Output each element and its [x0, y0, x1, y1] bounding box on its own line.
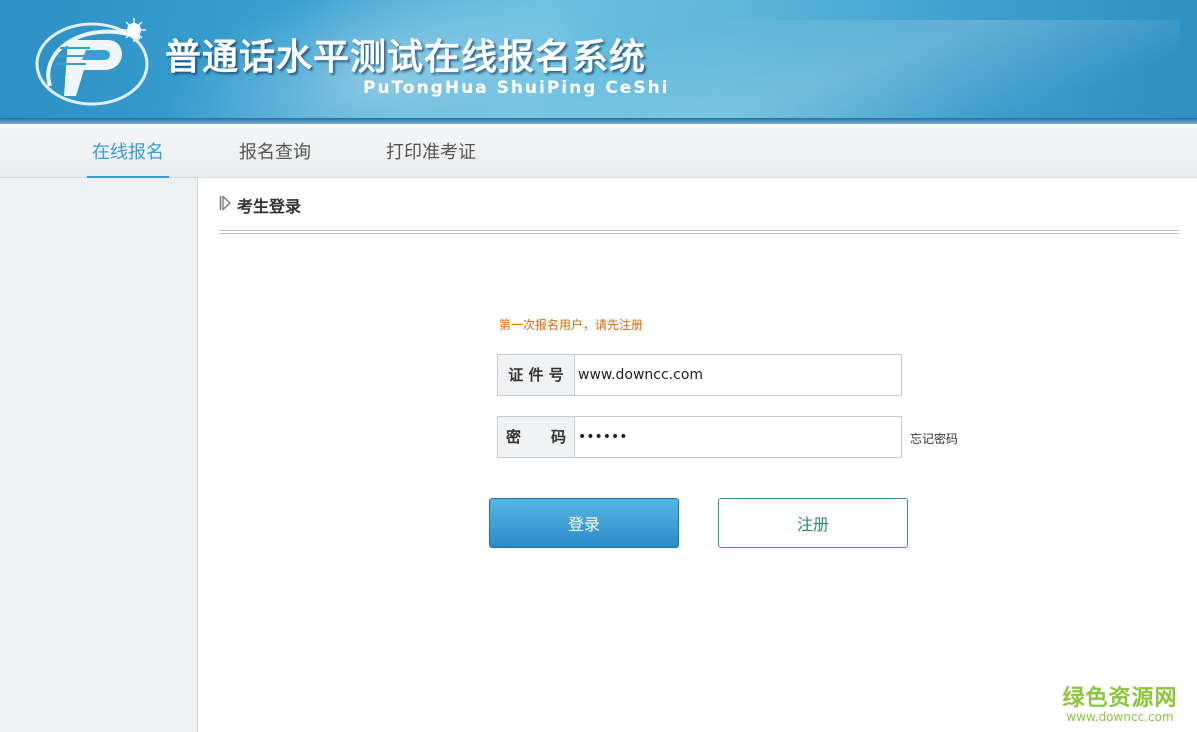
- id-number-input[interactable]: [576, 355, 900, 395]
- nav-item-registration-query[interactable]: 报名查询: [239, 126, 311, 178]
- nav-item-online-registration[interactable]: 在线报名: [87, 126, 169, 178]
- panel-divider: [219, 230, 1179, 234]
- header-banner: 普通话水平测试在线报名系统 PuTongHua ShuiPing CeShi: [0, 0, 1197, 124]
- panel-title: 考生登录: [237, 197, 302, 216]
- site-title: 普通话水平测试在线报名系统: [165, 37, 647, 78]
- password-input[interactable]: [576, 417, 900, 457]
- putonghua-p-logo-icon: [35, 18, 149, 106]
- watermark-url: www.downcc.com: [1066, 710, 1174, 724]
- register-first-notice: 第一次报名用户，请先注册: [499, 318, 644, 332]
- register-button[interactable]: 注册: [718, 498, 908, 548]
- site-subtitle: PuTongHua ShuiPing CeShi: [363, 78, 670, 98]
- sidebar: [0, 178, 198, 732]
- password-label: 密 码: [498, 417, 575, 457]
- forgot-password-link[interactable]: 忘记密码: [910, 430, 958, 447]
- id-number-field: 证 件 号: [497, 354, 902, 396]
- watermark-text: 绿色资源网: [1062, 686, 1178, 711]
- watermark: 绿色资源网 www.downcc.com: [1060, 680, 1180, 724]
- banner-bottom-border: [0, 118, 1197, 124]
- panel-header: 考生登录: [219, 190, 1179, 234]
- id-number-label: 证 件 号: [498, 355, 575, 395]
- triangle-arrow-right-icon: [219, 195, 231, 211]
- password-field: 密 码: [497, 416, 902, 458]
- main-nav: 在线报名 报名查询 打印准考证: [0, 126, 1197, 178]
- nav-item-print-admission-ticket[interactable]: 打印准考证: [386, 126, 476, 178]
- login-button[interactable]: 登录: [489, 498, 679, 548]
